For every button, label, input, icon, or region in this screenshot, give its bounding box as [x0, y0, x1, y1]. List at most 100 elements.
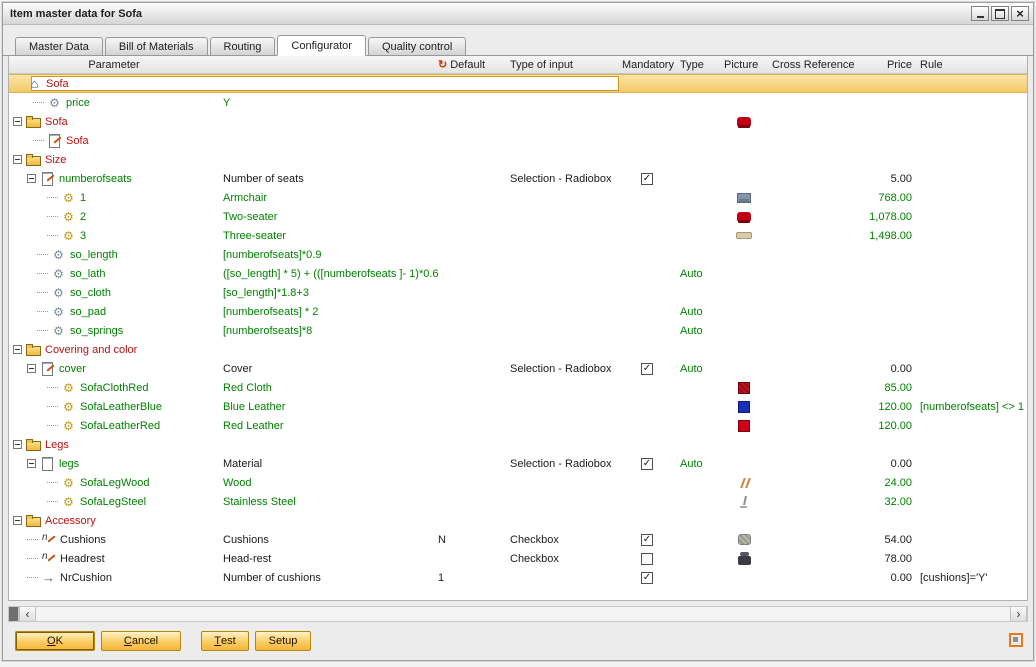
- picture-cell: [720, 530, 768, 549]
- tab-bill-of-materials[interactable]: Bill of Materials: [105, 37, 208, 56]
- cross-reference-cell: [768, 302, 854, 321]
- expand-form-icon[interactable]: [1009, 633, 1023, 647]
- price-value: 768.00: [878, 192, 912, 204]
- cross-reference-cell: [768, 378, 854, 397]
- mandatory-cell: [618, 75, 676, 92]
- default-cell: [434, 93, 506, 112]
- description-text: Wood: [223, 477, 252, 489]
- cross-reference-cell: [768, 75, 854, 92]
- scroll-left-button[interactable]: ‹: [19, 607, 36, 621]
- description-text: Two-seater: [223, 211, 277, 223]
- table-row[interactable]: numberofseatsNumber of seatsSelection - …: [9, 169, 1027, 188]
- table-row[interactable]: coverCoverSelection - RadioboxAuto0.00: [9, 359, 1027, 378]
- cross-reference-cell: [768, 435, 854, 454]
- rule-cell: [916, 340, 1022, 359]
- expand-toggle[interactable]: [13, 345, 22, 354]
- rule-cell: [916, 188, 1022, 207]
- test-button[interactable]: Test: [201, 631, 249, 651]
- rule-cell: [916, 492, 1022, 511]
- cancel-button[interactable]: Cancel: [101, 631, 181, 651]
- mandatory-cell: [618, 435, 676, 454]
- table-row[interactable]: Legs: [9, 435, 1027, 454]
- table-row[interactable]: 2Two-seater1,078.00: [9, 207, 1027, 226]
- mandatory-checkbox[interactable]: [641, 553, 653, 565]
- expand-toggle[interactable]: [27, 459, 36, 468]
- scrollbar-thumb[interactable]: [9, 607, 19, 621]
- table-row[interactable]: so_length[numberofseats]*0.9: [9, 245, 1027, 264]
- table-row[interactable]: priceY: [9, 93, 1027, 112]
- expand-toggle[interactable]: [13, 440, 22, 449]
- table-row[interactable]: Accessory: [9, 511, 1027, 530]
- tree-connector: [37, 292, 48, 293]
- expand-toggle[interactable]: [13, 155, 22, 164]
- table-row[interactable]: Sofa: [9, 112, 1027, 131]
- setup-button[interactable]: Setup: [255, 631, 311, 651]
- mandatory-cell: [618, 511, 676, 530]
- folder-icon: [26, 343, 41, 356]
- n-edit-icon: [41, 552, 56, 565]
- mandatory-checkbox[interactable]: [641, 572, 653, 584]
- window-title: Item master data for Sofa: [10, 8, 969, 20]
- mandatory-checkbox[interactable]: [641, 534, 653, 546]
- mandatory-checkbox[interactable]: [641, 363, 653, 375]
- table-row[interactable]: so_cloth[so_length]*1.8+3: [9, 283, 1027, 302]
- rule-cell: [916, 75, 1022, 92]
- table-row[interactable]: so_springs[numberofseats]*8Auto: [9, 321, 1027, 340]
- table-row[interactable]: legsMaterialSelection - RadioboxAuto0.00: [9, 454, 1027, 473]
- description-cell: Armchair: [219, 188, 434, 207]
- price-cell: 32.00: [854, 492, 916, 511]
- rule-cell: [916, 321, 1022, 340]
- gear-gold-icon: [61, 400, 76, 413]
- table-row[interactable]: Size: [9, 150, 1027, 169]
- close-icon[interactable]: [1011, 6, 1029, 21]
- tab-routing[interactable]: Routing: [210, 37, 276, 56]
- ok-button[interactable]: OK: [15, 631, 95, 651]
- minimize-icon[interactable]: [971, 6, 989, 21]
- scrollbar-track[interactable]: [36, 607, 1010, 621]
- table-row[interactable]: Sofa: [9, 131, 1027, 150]
- tab-master-data[interactable]: Master Data: [15, 37, 103, 56]
- refresh-icon: ↻: [438, 58, 447, 71]
- expand-toggle[interactable]: [27, 364, 36, 373]
- table-row[interactable]: SofaLegWoodWood24.00: [9, 473, 1027, 492]
- type-of-input-cell: [506, 473, 618, 492]
- table-row[interactable]: SofaLeatherBlueBlue Leather120.00[number…: [9, 397, 1027, 416]
- table-row[interactable]: HeadrestHead-restCheckbox78.00: [9, 549, 1027, 568]
- title-bar[interactable]: Item master data for Sofa: [3, 3, 1033, 25]
- expand-toggle[interactable]: [27, 174, 36, 183]
- table-row[interactable]: NrCushionNumber of cushions10.00[cushion…: [9, 568, 1027, 587]
- type-of-input-cell: [506, 226, 618, 245]
- mandatory-checkbox[interactable]: [641, 173, 653, 185]
- table-row[interactable]: Sofa: [9, 74, 1027, 93]
- chevron-left-icon: ‹: [26, 607, 30, 621]
- footer: OK Cancel Test Setup: [9, 630, 1027, 652]
- price-cell: [854, 245, 916, 264]
- table-row[interactable]: Covering and color: [9, 340, 1027, 359]
- expand-toggle[interactable]: [13, 516, 22, 525]
- maximize-icon[interactable]: [991, 6, 1009, 21]
- scroll-right-button[interactable]: ›: [1010, 607, 1027, 621]
- table-row[interactable]: 1Armchair768.00: [9, 188, 1027, 207]
- type-of-input-cell: [506, 435, 618, 454]
- table-row[interactable]: SofaClothRedRed Cloth85.00: [9, 378, 1027, 397]
- expand-toggle[interactable]: [13, 117, 22, 126]
- gear-gold-icon: [61, 229, 76, 242]
- cross-reference-cell: [768, 169, 854, 188]
- table-row[interactable]: CushionsCushionsNCheckbox54.00: [9, 530, 1027, 549]
- rule-cell: [916, 511, 1022, 530]
- table-row[interactable]: SofaLeatherRedRed Leather120.00: [9, 416, 1027, 435]
- table-row[interactable]: 3Three-seater1,498.00: [9, 226, 1027, 245]
- gear-gold-icon: [61, 476, 76, 489]
- picture-cell: [720, 226, 768, 245]
- table-row[interactable]: so_lath([so_length] * 5) + (([numberofse…: [9, 264, 1027, 283]
- table-row[interactable]: so_pad[numberofseats] * 2Auto: [9, 302, 1027, 321]
- tab-configurator[interactable]: Configurator: [277, 35, 366, 56]
- price-cell: [854, 131, 916, 150]
- mandatory-checkbox[interactable]: [641, 458, 653, 470]
- table-row[interactable]: SofaLegSteelStainless Steel32.00: [9, 492, 1027, 511]
- picture-cell: [720, 283, 768, 302]
- horizontal-scrollbar[interactable]: ‹ ›: [8, 606, 1028, 622]
- tab-quality-control[interactable]: Quality control: [368, 37, 466, 56]
- price-cell: [854, 150, 916, 169]
- tex-red-picture: [738, 382, 750, 394]
